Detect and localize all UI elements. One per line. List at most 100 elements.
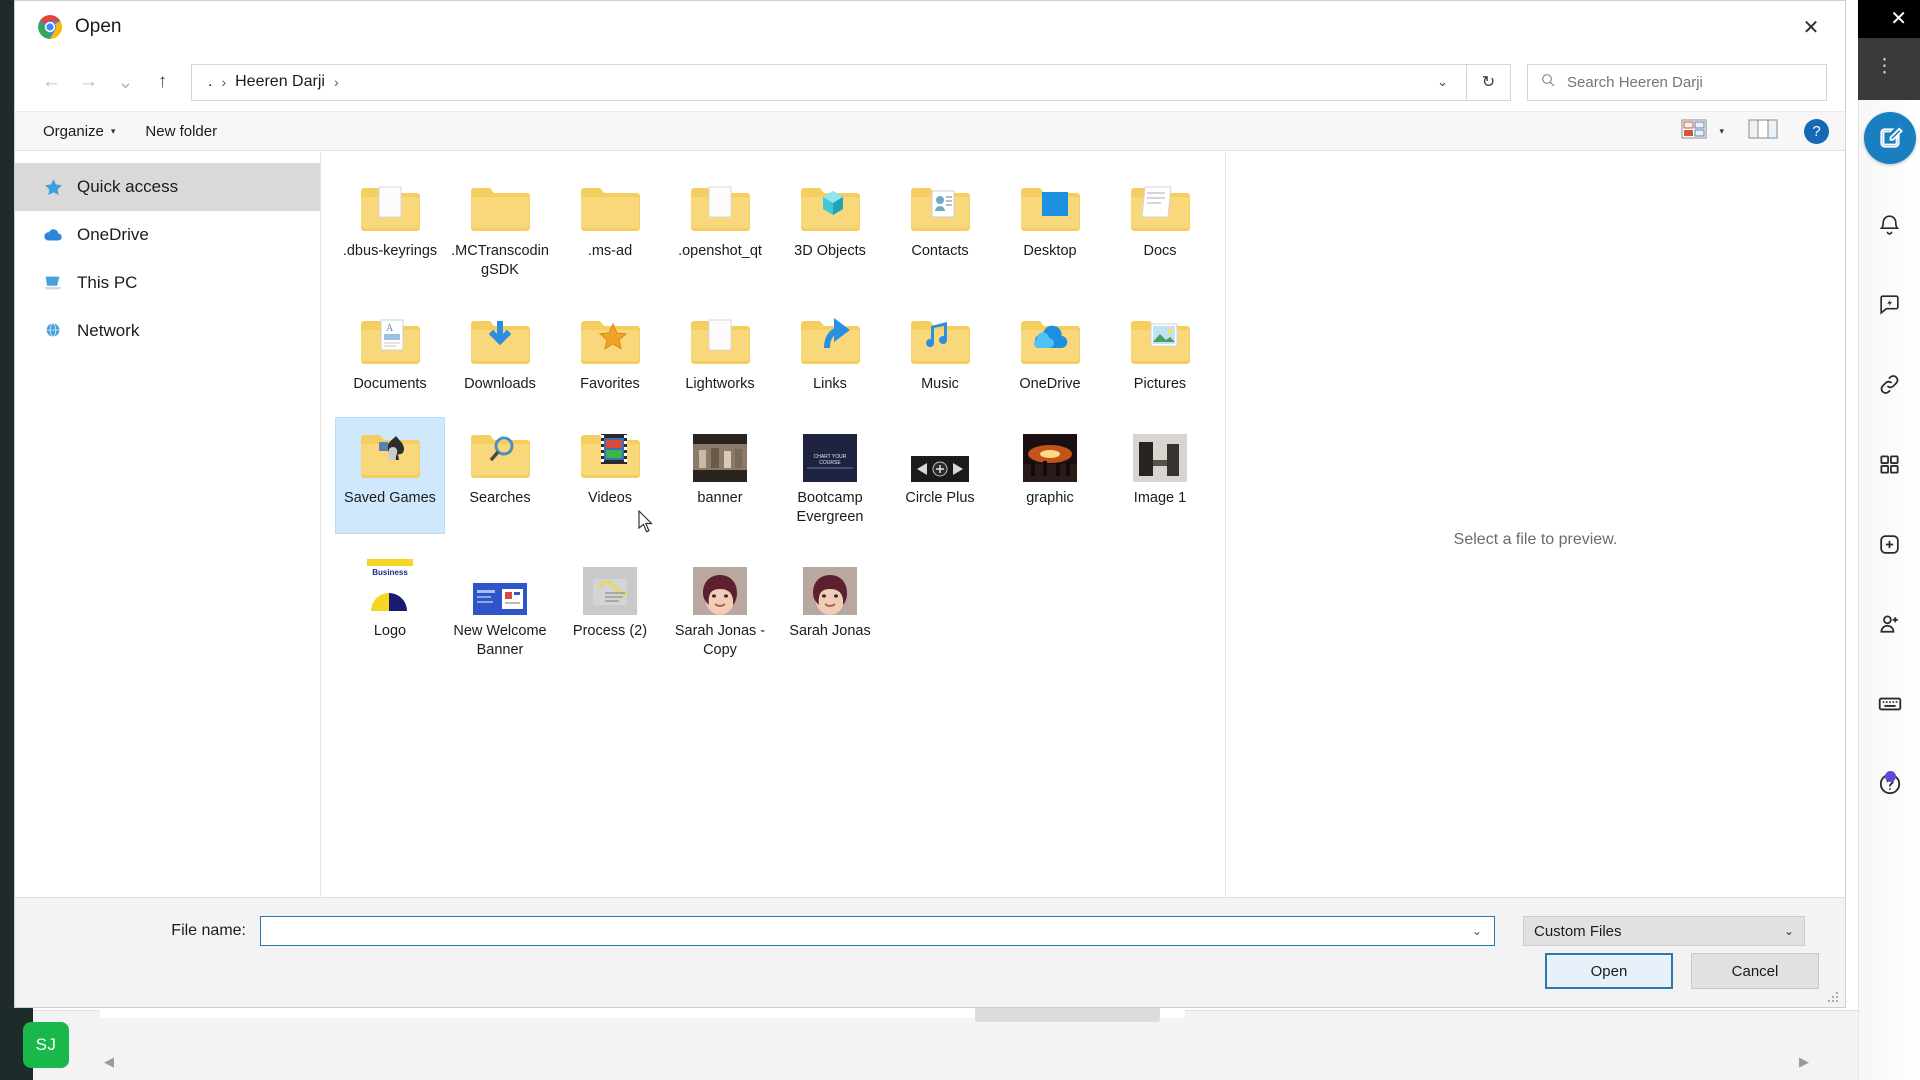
address-bar[interactable]: . › Heeren Darji › ⌄ (191, 63, 1467, 101)
folder-favorites-icon (579, 310, 641, 368)
file-tile[interactable]: Pictures (1106, 304, 1214, 400)
file-tile[interactable]: Music (886, 304, 994, 400)
folder-docs-icon (1129, 177, 1191, 235)
file-tile[interactable]: Process (2) (556, 551, 664, 666)
file-tile[interactable]: Searches (446, 418, 554, 533)
avatar[interactable]: SJ (23, 1022, 69, 1068)
forward-button[interactable]: → (70, 64, 107, 101)
file-list-pane[interactable]: .dbus-keyrings .MCTranscodingSDK .ms-ad .op… (321, 151, 1225, 897)
cloud-icon (41, 223, 65, 247)
bell-icon[interactable] (1870, 204, 1910, 244)
file-tile-label: Pictures (1133, 376, 1187, 392)
file-tile[interactable]: Business Logo (336, 551, 444, 666)
file-tile[interactable]: banner (666, 418, 774, 533)
back-button[interactable]: ← (33, 64, 70, 101)
folder-pictures-icon (1129, 310, 1191, 368)
add-person-icon[interactable] (1870, 604, 1910, 644)
file-tile-selected[interactable]: Saved Games (335, 417, 445, 534)
grid-icon[interactable] (1870, 444, 1910, 484)
file-tile[interactable]: .MCTranscodingSDK (446, 171, 554, 286)
mouse-cursor (638, 509, 656, 536)
scroll-right-arrow[interactable]: ▶ (1795, 1053, 1813, 1071)
image-portrait-icon (689, 557, 751, 615)
file-tile[interactable]: Favorites (556, 304, 664, 400)
view-options-caret[interactable]: ▾ (1711, 120, 1732, 143)
view-options-icon[interactable] (1681, 118, 1707, 145)
file-tile[interactable]: Downloads (446, 304, 554, 400)
file-tile[interactable]: Links (776, 304, 884, 400)
file-tile[interactable]: 3D Objects (776, 171, 884, 286)
host-right-rail: ✕ ⋮ (1858, 0, 1920, 1080)
preview-pane-icon[interactable] (1736, 118, 1790, 145)
network-icon (41, 319, 65, 343)
file-tile[interactable]: graphic (996, 418, 1104, 533)
dialog-buttons: Open Cancel (1545, 953, 1819, 989)
file-tile[interactable]: Image 1 (1106, 418, 1214, 533)
image-graphic-icon (1019, 424, 1081, 482)
file-tile[interactable]: Sarah Jonas (776, 551, 884, 666)
file-tile[interactable]: Docs (1106, 171, 1214, 286)
sidebar-item-label: Network (77, 321, 140, 340)
sidebar-item-network[interactable]: Network (15, 307, 320, 355)
filename-input[interactable]: ⌄ (260, 916, 1495, 946)
organize-button[interactable]: Organize ▾ (31, 118, 127, 145)
file-tile[interactable]: OneDrive (996, 304, 1104, 400)
file-tile[interactable]: Circle Plus (886, 418, 994, 533)
breadcrumb-item-folder[interactable]: Heeren Darji (235, 73, 325, 91)
computer-icon (41, 271, 65, 295)
file-tile-label: Contacts (911, 243, 969, 259)
file-tile[interactable]: Sarah Jonas - Copy (666, 551, 774, 666)
sidebar-item-this-pc[interactable]: This PC (15, 259, 320, 307)
add-square-icon[interactable] (1870, 524, 1910, 564)
cancel-button[interactable]: Cancel (1691, 953, 1819, 989)
compose-icon[interactable] (1863, 112, 1916, 164)
file-type-filter[interactable]: Custom Files ⌄ (1523, 916, 1805, 946)
file-tile-label: New Welcome Banner (453, 623, 547, 658)
host-close-icon[interactable]: ✕ (1890, 9, 1907, 29)
new-folder-button[interactable]: New folder (133, 118, 229, 145)
folder-music-icon (909, 310, 971, 368)
open-button[interactable]: Open (1545, 953, 1673, 989)
search-box[interactable] (1527, 63, 1827, 101)
file-tile[interactable]: New Welcome Banner (446, 551, 554, 666)
recent-locations-button[interactable]: ⌄ (107, 64, 144, 101)
file-tile[interactable]: .openshot_qt (666, 171, 774, 286)
scroll-left-arrow[interactable]: ◀ (100, 1053, 118, 1071)
file-tile-label: Searches (469, 490, 531, 506)
file-tile[interactable]: Contacts (886, 171, 994, 286)
search-input[interactable] (1567, 73, 1814, 91)
image-process-icon (579, 557, 641, 615)
close-icon[interactable]: ✕ (1787, 7, 1835, 47)
file-tile[interactable]: .ms-ad (556, 171, 664, 286)
file-tile-label: .MCTranscodingSDK (451, 243, 549, 278)
file-tile[interactable]: A Documents (336, 304, 444, 400)
overflow-menu-icon[interactable]: ⋮ (1875, 57, 1894, 76)
chevron-down-icon[interactable]: ⌄ (1425, 74, 1460, 90)
breadcrumb-item-root[interactable]: . (208, 73, 212, 91)
sidebar-item-quick-access[interactable]: Quick access (15, 163, 320, 211)
file-tile[interactable]: CHART YOUR COURSE Bootcamp Evergreen (776, 418, 884, 533)
folder-searches-icon (469, 424, 531, 482)
file-tile[interactable]: Desktop (996, 171, 1104, 286)
filename-field[interactable] (267, 922, 1464, 940)
image-circleplus-icon (909, 424, 971, 482)
link-icon[interactable] (1870, 364, 1910, 404)
svg-text:A: A (386, 323, 394, 334)
refresh-button[interactable]: ↻ (1467, 63, 1511, 101)
sidebar-item-label: This PC (77, 273, 138, 292)
sidebar-item-onedrive[interactable]: OneDrive (15, 211, 320, 259)
image-banner-icon (689, 424, 751, 482)
keyboard-icon[interactable] (1870, 684, 1910, 724)
file-tile[interactable]: Lightworks (666, 304, 774, 400)
file-tile[interactable]: .dbus-keyrings (336, 171, 444, 286)
resize-grip[interactable] (1827, 991, 1839, 1003)
help-icon[interactable] (1870, 764, 1910, 804)
chevron-down-icon[interactable]: ⌄ (1464, 924, 1490, 938)
folder-videos-icon (579, 424, 641, 482)
file-tile-label: Videos (587, 490, 633, 506)
lightning-chat-icon[interactable] (1870, 284, 1910, 324)
help-button[interactable]: ? (1804, 118, 1829, 144)
up-button[interactable]: ↑ (144, 64, 181, 101)
open-file-dialog: Open ✕ ← → ⌄ ↑ . › Heeren Darji › ⌄ ↻ Or… (14, 0, 1846, 1008)
image-generic-icon (1129, 424, 1191, 482)
